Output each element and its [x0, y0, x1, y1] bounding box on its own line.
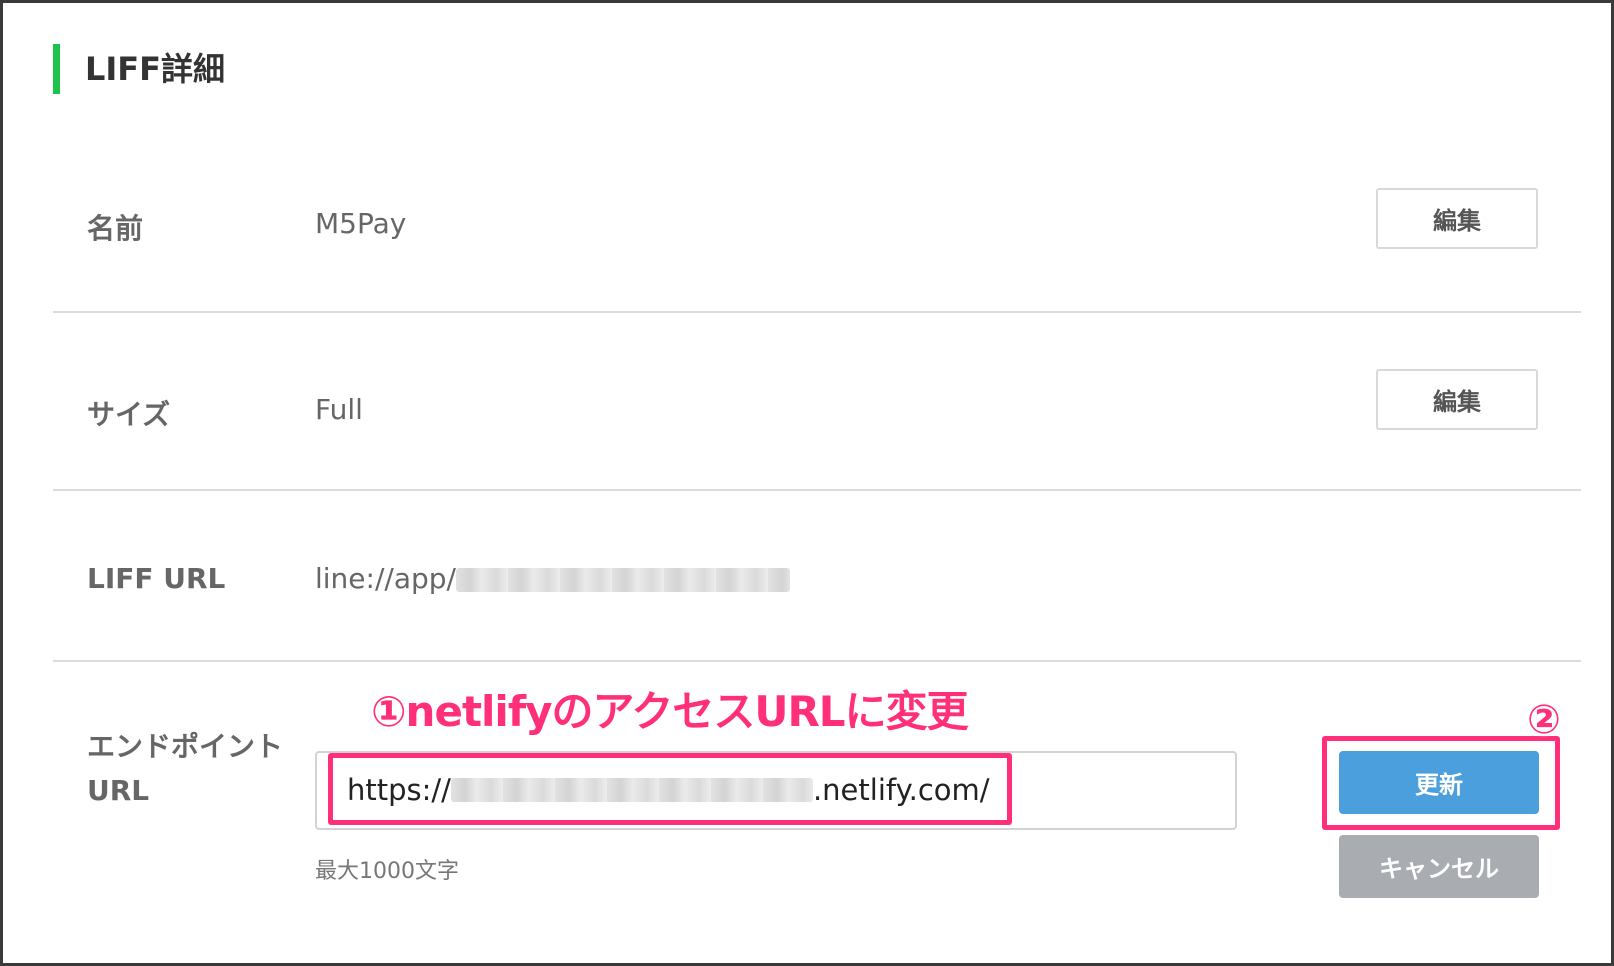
section-title: LIFF詳細	[85, 50, 226, 88]
annotation-highlight-update	[1322, 736, 1560, 830]
max-length-hint: 最大1000文字	[315, 859, 459, 884]
redacted-blur	[455, 568, 790, 592]
size-label: サイズ	[87, 398, 171, 431]
name-value: M5Pay	[315, 207, 407, 240]
divider	[53, 311, 1581, 313]
endpoint-url-label-line1: エンドポイント	[87, 730, 284, 763]
liff-url-value: line://app/	[315, 562, 790, 595]
divider	[53, 660, 1581, 662]
title-accent-bar	[53, 44, 60, 94]
edit-size-button[interactable]: 編集	[1376, 369, 1538, 430]
endpoint-url-label-line2: URL	[87, 774, 150, 807]
liff-url-label: LIFF URL	[87, 562, 226, 595]
endpoint-url-label: エンドポイント URL	[87, 725, 307, 813]
annotation-highlight-input	[328, 753, 1012, 825]
cancel-button[interactable]: キャンセル	[1339, 835, 1539, 898]
name-label: 名前	[87, 212, 144, 245]
liff-detail-panel: LIFF詳細 名前 M5Pay 編集 サイズ Full 編集 LIFF URL …	[0, 0, 1614, 966]
liff-url-prefix: line://app/	[315, 562, 456, 595]
divider	[53, 489, 1581, 491]
annotation-step2: ②	[1527, 697, 1561, 743]
edit-name-button[interactable]: 編集	[1376, 188, 1538, 249]
size-value: Full	[315, 393, 363, 426]
annotation-step1: ①netlifyのアクセスURLに変更	[371, 687, 969, 736]
